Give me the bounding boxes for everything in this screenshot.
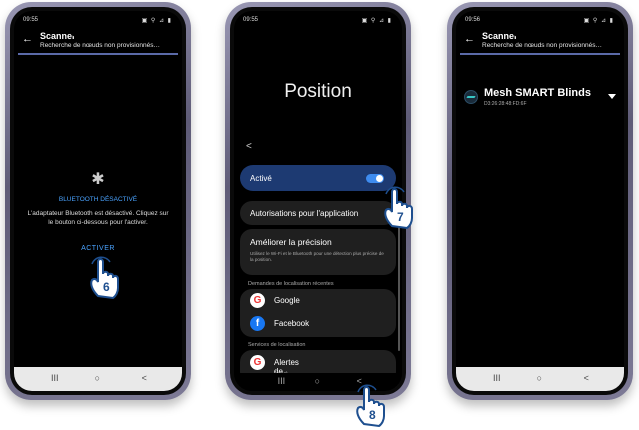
- camera-island: [69, 21, 127, 37]
- device-mac-address: D3:26:28:48:FD:6F: [484, 101, 527, 107]
- page-title: Position: [284, 81, 352, 102]
- recent-apps-button[interactable]: III: [51, 373, 59, 383]
- device-list-item[interactable]: Mesh SMART Blinds D3:26:28:48:FD:6F: [460, 86, 620, 108]
- improve-accuracy-label: Améliorer la précision: [250, 237, 332, 247]
- app-name: Facebook: [274, 319, 310, 328]
- google-icon: G: [250, 355, 265, 370]
- bluetooth-off-icon: ✱: [91, 171, 105, 188]
- status-icons: ▣ ⚲ ⊿ ▮: [141, 18, 172, 24]
- status-time: 09:55: [243, 17, 259, 23]
- recent-requests-header: Demandes de localisation récentes: [248, 281, 334, 287]
- improve-accuracy-row[interactable]: Améliorer la précision Utilisez le Wi-Fi…: [240, 229, 396, 275]
- location-toggle-switch[interactable]: [366, 174, 384, 183]
- back-chevron-icon[interactable]: <: [246, 141, 252, 152]
- app-subtitle: Recherche de nœuds non provisionnés…: [40, 42, 160, 49]
- navigation-bar: III ○ <: [14, 367, 182, 391]
- phone-screen: 09:55 ▣ ⚲ ⊿ ▮ Position < Activé Autorisa…: [234, 11, 402, 391]
- camera-island: [511, 21, 569, 37]
- wifi-signal-icon: [608, 94, 616, 99]
- facebook-icon: f: [250, 316, 265, 331]
- tap-hand-icon: 8: [352, 384, 388, 428]
- phone-screen: 09:55 ▣ ⚲ ⊿ ▮ ← Scanner Recherche de nœu…: [14, 11, 182, 391]
- device-name: Mesh SMART Blinds: [484, 87, 591, 99]
- location-services-header: Services de localisation: [248, 342, 306, 348]
- back-arrow-icon[interactable]: ←: [464, 33, 475, 45]
- progress-underline: [18, 53, 178, 55]
- home-button[interactable]: ○: [537, 373, 542, 383]
- camera-island: [289, 21, 347, 37]
- tap-hand-icon: 6: [86, 256, 122, 300]
- recent-apps-button[interactable]: III: [493, 373, 501, 383]
- progress-underline: [460, 53, 620, 55]
- app-permissions-row[interactable]: Autorisations pour l'application: [240, 201, 396, 225]
- location-toggle-row[interactable]: Activé: [240, 165, 396, 191]
- home-button[interactable]: ○: [315, 376, 320, 386]
- step-number: 6: [103, 280, 110, 294]
- scrollbar[interactable]: [398, 221, 400, 351]
- bluetooth-disabled-heading: BLUETOOTH DÉSACTIVÉ: [58, 196, 138, 203]
- location-toggle-label: Activé: [250, 174, 272, 183]
- navigation-bar: III ○ <: [456, 367, 624, 391]
- activate-button[interactable]: ACTIVER: [14, 245, 182, 252]
- back-button[interactable]: <: [142, 373, 147, 383]
- phone-bluetooth-disabled: 09:55 ▣ ⚲ ⊿ ▮ ← Scanner Recherche de nœu…: [5, 2, 191, 400]
- bluetooth-disabled-message: L'adaptateur Bluetooth est désactivé. Cl…: [27, 210, 169, 226]
- status-time: 09:55: [23, 17, 39, 23]
- mesh-device-icon: [464, 90, 478, 104]
- phone-screen: 09:56 ▣ ⚲ ⊿ ▮ ← Scanner Recherche de nœu…: [456, 11, 624, 391]
- step-number: 7: [397, 210, 404, 224]
- status-icons: ▣ ⚲ ⊿ ▮: [361, 18, 392, 24]
- back-button[interactable]: <: [584, 373, 589, 383]
- home-button[interactable]: ○: [95, 373, 100, 383]
- tap-hand-icon: 7: [380, 186, 416, 230]
- phone-scanner-results: 09:56 ▣ ⚲ ⊿ ▮ ← Scanner Recherche de nœu…: [447, 2, 633, 400]
- improve-accuracy-description: Utilisez le Wi-Fi et le Bluetooth pour u…: [250, 251, 384, 262]
- step-number: 8: [369, 408, 376, 422]
- recent-apps-button[interactable]: III: [278, 376, 286, 386]
- app-permissions-label: Autorisations pour l'application: [250, 209, 359, 218]
- google-icon: G: [250, 293, 265, 308]
- back-arrow-icon[interactable]: ←: [22, 33, 33, 45]
- status-time: 09:56: [465, 17, 481, 23]
- status-icons: ▣ ⚲ ⊿ ▮: [583, 18, 614, 24]
- app-subtitle: Recherche de nœuds non provisionnés…: [482, 42, 602, 49]
- recent-requests-list: G Google f Facebook: [240, 289, 396, 337]
- app-name: Google: [274, 296, 300, 305]
